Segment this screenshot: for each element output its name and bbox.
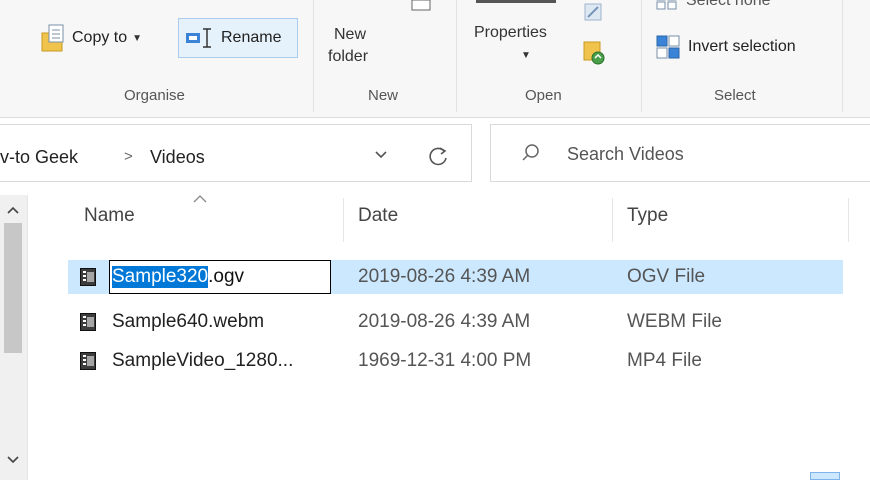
breadcrumb-chevron-icon[interactable]: >: [124, 148, 133, 165]
column-divider[interactable]: [612, 198, 613, 242]
rename-button[interactable]: Rename: [178, 18, 298, 58]
properties-label: Properties: [474, 24, 547, 41]
rename-extension-text: .ogv: [208, 266, 245, 287]
history-icon[interactable]: [583, 40, 607, 66]
file-row[interactable]: Sample640.webm 2019-08-26 4:39 AM WEBM F…: [68, 305, 843, 339]
file-name: SampleVideo_1280...: [112, 350, 294, 371]
invert-selection-label: Invert selection: [688, 38, 796, 55]
new-folder-button[interactable]: New folder: [322, 0, 431, 78]
properties-dropdown-icon: ▼: [521, 50, 531, 61]
file-row[interactable]: SampleVideo_1280... 1969-12-31 4:00 PM M…: [68, 344, 843, 378]
copy-to-label: Copy to: [72, 29, 128, 46]
select-none-button[interactable]: Select none: [656, 0, 771, 12]
file-row[interactable]: Sample320 .ogv 2019-08-26 4:39 AM OGV Fil…: [68, 260, 843, 294]
group-label-select: Select: [714, 87, 756, 104]
invert-selection-button[interactable]: Invert selection: [656, 32, 796, 62]
rename-label: Rename: [221, 29, 282, 46]
search-box[interactable]: [490, 124, 870, 182]
column-header-type[interactable]: Type: [627, 205, 668, 227]
video-file-icon: [80, 352, 96, 370]
rename-input[interactable]: Sample320 .ogv: [109, 260, 331, 294]
address-history-chevron-icon[interactable]: [374, 147, 388, 163]
address-bar[interactable]: v-to Geek > Videos: [0, 124, 472, 182]
select-none-label: Select none: [686, 0, 771, 9]
copy-to-dropdown-icon: ▼: [132, 32, 143, 44]
search-input[interactable]: [567, 140, 847, 168]
scroll-down-icon[interactable]: [7, 453, 19, 467]
column-divider[interactable]: [848, 198, 849, 242]
refresh-icon: [429, 147, 447, 166]
new-folder-label-line1: New: [334, 26, 367, 43]
properties-icon-edge: [476, 0, 556, 3]
column-header-date[interactable]: Date: [358, 205, 398, 227]
navigation-pane-scrollbar[interactable]: [0, 195, 28, 480]
breadcrumb-parent[interactable]: v-to Geek: [0, 147, 78, 168]
sort-ascending-icon: [193, 192, 207, 206]
copy-to-button[interactable]: Copy to ▼: [36, 18, 146, 58]
view-toggle-button[interactable]: [810, 472, 840, 480]
ribbon-separator: [842, 0, 843, 112]
file-type: WEBM File: [627, 311, 722, 332]
column-divider[interactable]: [343, 198, 344, 242]
rename-selected-text: Sample320: [112, 266, 209, 288]
video-file-icon: [80, 268, 96, 286]
file-name: Sample640.webm: [112, 311, 265, 332]
group-label-open: Open: [525, 87, 562, 104]
file-date: 2019-08-26 4:39 AM: [358, 311, 531, 332]
file-type: MP4 File: [627, 350, 702, 371]
ribbon-separator: [456, 0, 457, 112]
ribbon-separator: [313, 0, 314, 112]
breadcrumb-current[interactable]: Videos: [150, 147, 205, 168]
ribbon: Copy to ▼ Rename Organise New folder New…: [0, 0, 870, 118]
scroll-up-icon[interactable]: [7, 203, 19, 217]
video-file-icon: [80, 313, 96, 331]
new-folder-label-line2: folder: [328, 48, 369, 65]
file-date: 2019-08-26 4:39 AM: [358, 266, 531, 287]
file-date: 1969-12-31 4:00 PM: [358, 350, 532, 371]
search-icon: [522, 144, 539, 161]
edit-icon[interactable]: [583, 2, 605, 24]
rename-icon: [186, 28, 211, 48]
file-type: OGV File: [627, 266, 706, 287]
group-label-new: New: [368, 87, 399, 104]
column-header-name[interactable]: Name: [84, 205, 135, 227]
select-none-icon: [656, 0, 677, 10]
invert-selection-icon: [656, 35, 680, 59]
copy-to-icon: [41, 24, 64, 52]
group-label-organise: Organise: [124, 87, 185, 104]
scrollbar-thumb[interactable]: [4, 223, 22, 353]
properties-button[interactable]: Properties ▼: [470, 0, 570, 78]
refresh-button[interactable]: [416, 137, 462, 177]
address-row: v-to Geek > Videos: [0, 118, 870, 188]
ribbon-separator: [641, 0, 642, 112]
new-folder-icon: [411, 0, 431, 11]
